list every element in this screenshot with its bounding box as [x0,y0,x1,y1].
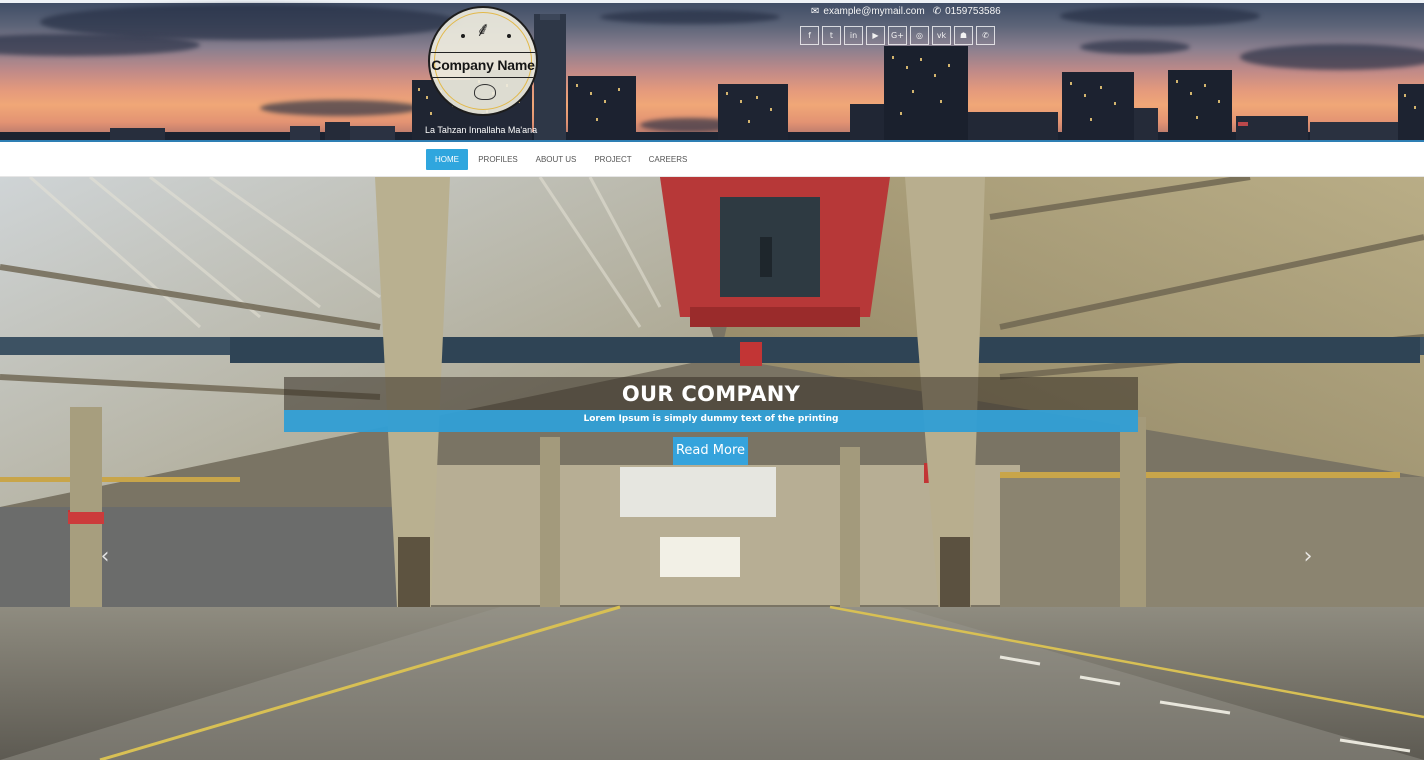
company-tagline: La Tahzan Innallaha Ma'ana [425,125,538,135]
phone-icon: ✆ [932,6,942,17]
site-header: ⸙ Company Name La Tahzan Innallaha Ma'an… [0,0,1424,142]
whatsapp-icon[interactable]: ✆ [976,26,995,45]
social-links: f t in ▶ G+ ◎ vk ☗ ✆ [800,26,995,45]
logo-text: Company Name [430,52,536,78]
youtube-icon[interactable]: ▶ [866,26,885,45]
linkedin-icon[interactable]: in [844,26,863,45]
nav-item-careers[interactable]: CAREERS [646,149,690,170]
hero-background-image [0,177,1424,760]
envelope-icon: ✉ [811,6,820,17]
logo-emblem-icon [474,84,496,100]
contact-phone[interactable]: 0159753586 [945,6,1001,17]
nav-item-project[interactable]: PROJECT [592,149,634,170]
contact-email[interactable]: example@mymail.com [823,6,924,17]
wheat-icon: ⸙ [475,19,491,41]
company-logo[interactable]: ⸙ Company Name [428,6,538,116]
nav-item-profiles[interactable]: PROFILES [476,149,520,170]
twitter-icon[interactable]: t [822,26,841,45]
contact-info: ✉ example@mymail.com ✆ 0159753586 [811,6,1001,17]
main-navigation: HOME PROFILES ABOUT US PROJECT CAREERS [0,142,1424,177]
nav-item-about-us[interactable]: ABOUT US [532,149,580,170]
google-plus-icon[interactable]: G+ [888,26,907,45]
facebook-icon[interactable]: f [800,26,819,45]
carousel-prev-icon[interactable]: ‹ [95,543,115,571]
nav-item-home[interactable]: HOME [426,149,468,170]
instagram-icon[interactable]: ◎ [910,26,929,45]
city-skyline [0,14,1424,142]
hero-title: OUR COMPANY [621,382,801,406]
vk-icon[interactable]: vk [932,26,951,45]
hero-carousel: OUR COMPANY Lorem Ipsum is simply dummy … [0,177,1424,760]
snapchat-icon[interactable]: ☗ [954,26,973,45]
read-more-button[interactable]: Read More [673,437,748,465]
hero-subtitle: Lorem Ipsum is simply dummy text of the … [583,414,839,424]
carousel-next-icon[interactable]: › [1298,543,1318,571]
